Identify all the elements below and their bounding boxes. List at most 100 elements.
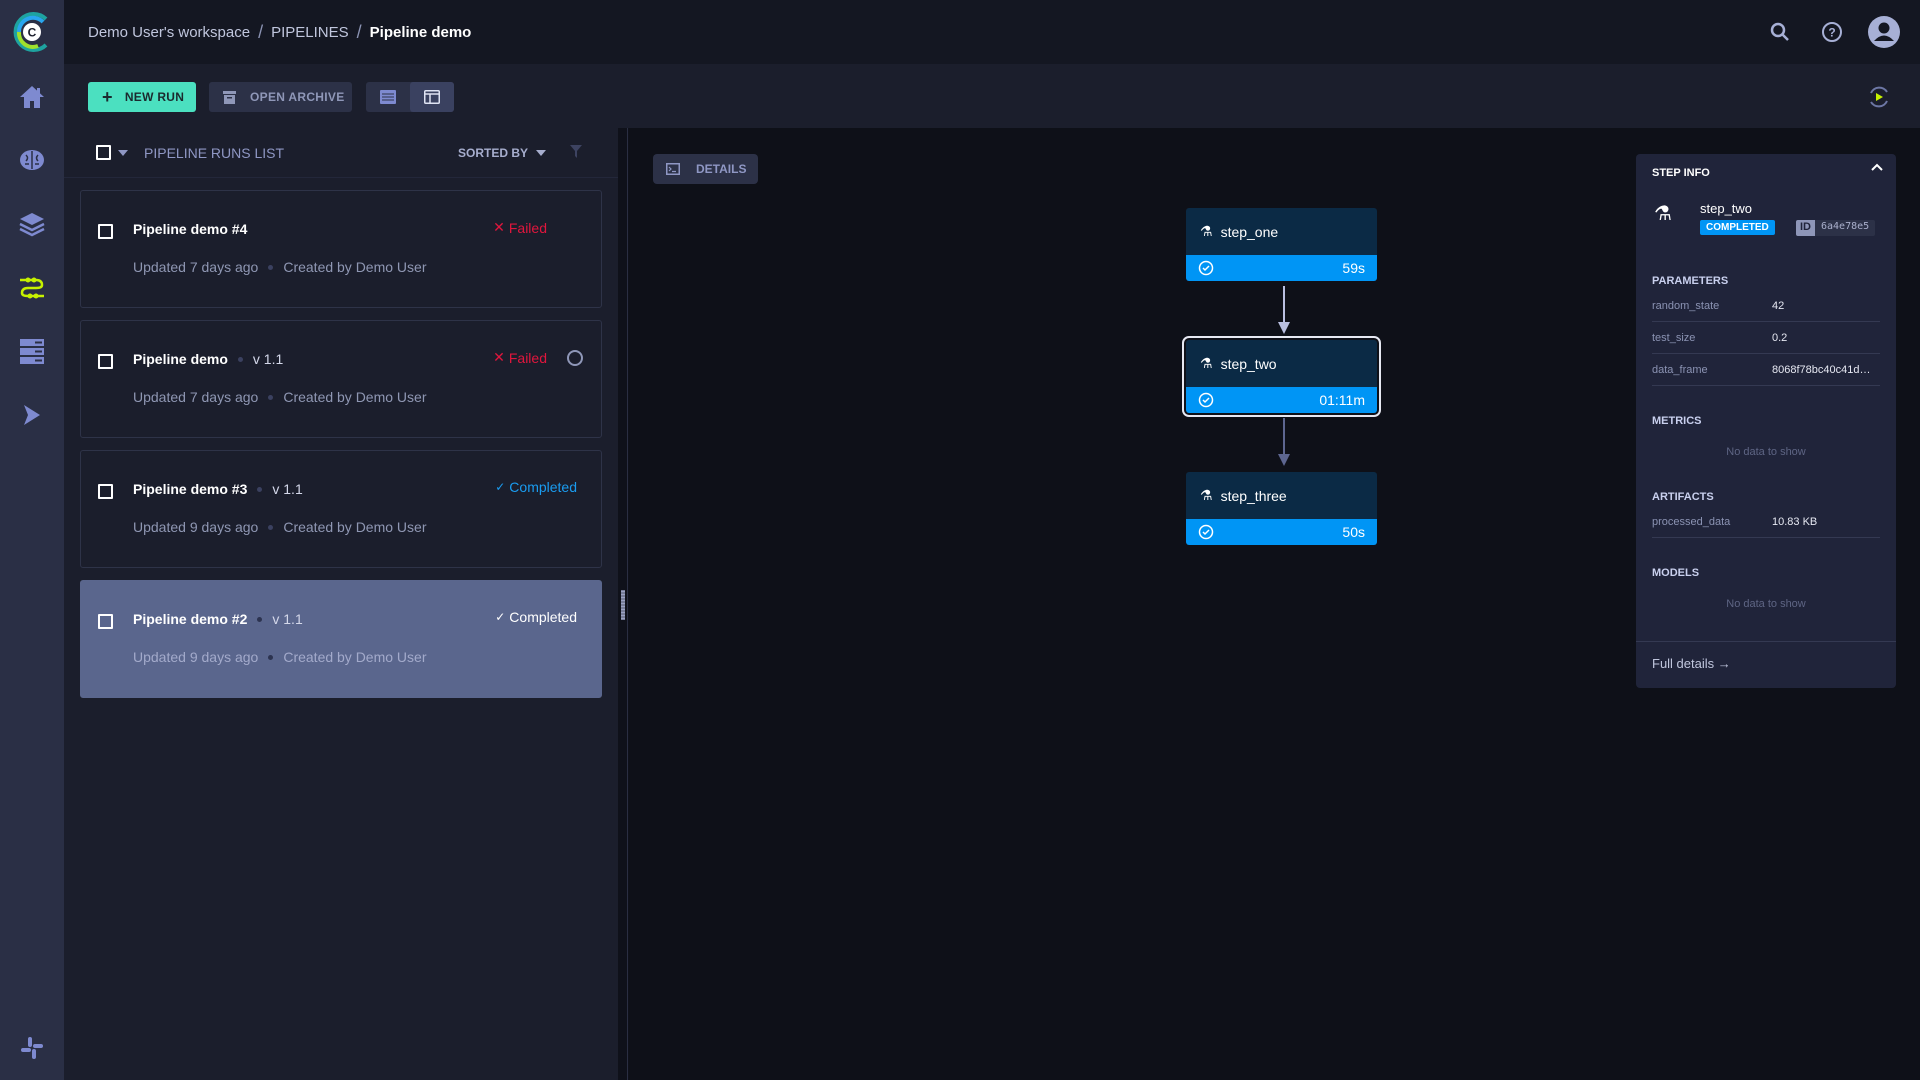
view-toggle (366, 82, 454, 112)
artifact-row[interactable]: processed_data 10.83 KB (1652, 506, 1880, 538)
run-card[interactable]: Pipeline demo v 1.1 Updated 7 days ago Cre… (80, 320, 602, 438)
chevron-down-icon[interactable] (118, 149, 128, 156)
breadcrumb-current: Pipeline demo (369, 23, 472, 41)
param-value: 8068f78bc40c41d… (1772, 363, 1871, 376)
split-view-icon (424, 90, 440, 104)
sidebar-item-home[interactable] (0, 73, 64, 121)
details-button[interactable]: DETAILS (653, 154, 758, 184)
status-badge: ✓ Completed (495, 609, 577, 625)
run-card[interactable]: Pipeline demo #4 Updated 7 days ago Creat… (80, 190, 602, 308)
select-all-checkbox[interactable] (96, 145, 111, 160)
slack-link[interactable] (0, 1024, 64, 1072)
list-header: PIPELINE RUNS LIST SORTED BY (64, 128, 618, 178)
param-value: 0.2 (1772, 331, 1788, 344)
table-view-button[interactable] (366, 82, 410, 112)
breadcrumb-pipelines[interactable]: PIPELINES (271, 24, 349, 41)
run-created-by: Created by Demo User (283, 389, 427, 405)
sidebar-item-datasets[interactable] (0, 200, 64, 248)
help-icon: ? (1822, 22, 1842, 42)
run-checkbox[interactable] (98, 224, 113, 239)
filter-icon[interactable] (570, 145, 582, 158)
failed-icon: ✕ (493, 349, 505, 365)
details-view-button[interactable] (410, 82, 454, 112)
check-icon: ✓ (495, 610, 506, 624)
param-value: 42 (1772, 299, 1785, 312)
search-icon (1770, 22, 1789, 41)
sort-label: SORTED BY (457, 146, 528, 160)
metrics-empty: No data to show (1726, 446, 1806, 458)
run-action-circle[interactable] (567, 350, 583, 366)
run-card-selected[interactable]: Pipeline demo #2 v 1.1 Updated 9 days ago… (80, 580, 602, 698)
auto-refresh-button[interactable] (1866, 84, 1892, 110)
terminal-icon (666, 163, 680, 175)
run-updated: Updated 9 days ago (133, 519, 259, 535)
step-node[interactable]: ⚗ step_one 59s (1186, 208, 1377, 281)
sidebar-item-workers[interactable] (0, 327, 64, 375)
step-info-title: STEP INFO (1652, 167, 1710, 179)
step-info-footer: Full details → (1636, 641, 1896, 688)
help-button[interactable]: ? (1806, 0, 1858, 64)
new-run-button[interactable]: + NEW RUN (88, 82, 196, 112)
run-checkbox[interactable] (98, 484, 113, 499)
check-circle-icon (1198, 260, 1214, 276)
param-key: test_size (1652, 331, 1696, 344)
step-duration: 50s (1342, 524, 1365, 540)
run-card[interactable]: Pipeline demo #3 v 1.1 Updated 9 days ago… (80, 450, 602, 568)
open-archive-button[interactable]: OPEN ARCHIVE (209, 82, 352, 112)
chevron-up-icon[interactable] (1870, 162, 1884, 172)
server-icon (20, 339, 44, 364)
edge-arrow (1278, 418, 1290, 466)
toolbar: + NEW RUN OPEN ARCHIVE (64, 64, 1920, 128)
new-run-label: NEW RUN (124, 90, 185, 104)
separator-dot (257, 486, 263, 492)
parameter-row: random_state 42 (1652, 290, 1880, 322)
top-bar: Demo User's workspace / PIPELINES / Pipe… (64, 0, 1920, 64)
models-heading: MODELS (1652, 567, 1700, 579)
failed-icon: ✕ (493, 219, 505, 235)
artifact-size: 10.83 KB (1772, 515, 1818, 528)
check-circle-icon (1198, 392, 1214, 408)
chevron-down-icon (536, 150, 546, 156)
full-details-link[interactable]: Full details → (1652, 656, 1731, 671)
run-checkbox[interactable] (98, 354, 113, 369)
search-button[interactable] (1754, 0, 1806, 64)
parameter-row: test_size 0.2 (1652, 322, 1880, 354)
separator-dot (237, 356, 243, 362)
check-circle-icon (1198, 524, 1214, 540)
sidebar-item-deploy[interactable] (0, 391, 64, 439)
run-name: Pipeline demo #3 (133, 481, 248, 497)
run-name: Pipeline demo #2 (133, 611, 248, 627)
parameter-row: data_frame 8068f78bc40c41d… (1652, 354, 1880, 386)
clearml-logo[interactable]: C (0, 0, 64, 64)
breadcrumb-workspace[interactable]: Demo User's workspace (88, 24, 250, 41)
metrics-heading: METRICS (1652, 415, 1702, 427)
id-badge[interactable]: ID 6a4e78e5 (1796, 220, 1876, 236)
sort-dropdown[interactable]: SORTED BY (458, 128, 546, 178)
user-menu-button[interactable] (1858, 0, 1910, 64)
list-icon (380, 90, 396, 104)
step-name: step_two (1700, 201, 1753, 216)
check-icon: ✓ (495, 480, 506, 494)
svg-text:?: ? (1828, 26, 1835, 40)
param-key: data_frame (1652, 363, 1708, 376)
step-type-icon: ⚗ (1200, 487, 1213, 503)
status-badge: ✕ Failed (493, 349, 547, 366)
artifact-name: processed_data (1652, 515, 1731, 528)
step-node[interactable]: ⚗ step_three 50s (1186, 472, 1377, 545)
pipelines-icon (20, 277, 44, 299)
logo-icon: C (13, 12, 48, 52)
sidebar-item-projects[interactable] (0, 136, 64, 184)
id-value: 6a4e78e5 (1821, 221, 1870, 232)
separator-dot (268, 524, 274, 530)
run-updated: Updated 9 days ago (133, 649, 259, 665)
step-node-selected[interactable]: ⚗ step_two 01:11m (1182, 336, 1381, 417)
sidebar-item-pipelines[interactable] (0, 264, 64, 312)
run-version: v 1.1 (272, 611, 303, 627)
status-text: Failed (508, 349, 547, 366)
separator-dot (257, 616, 263, 622)
step-duration: 59s (1342, 260, 1365, 276)
separator-dot (268, 394, 274, 400)
resize-handle[interactable] (621, 590, 625, 620)
breadcrumb-separator: / (356, 21, 362, 42)
run-checkbox[interactable] (98, 614, 113, 629)
